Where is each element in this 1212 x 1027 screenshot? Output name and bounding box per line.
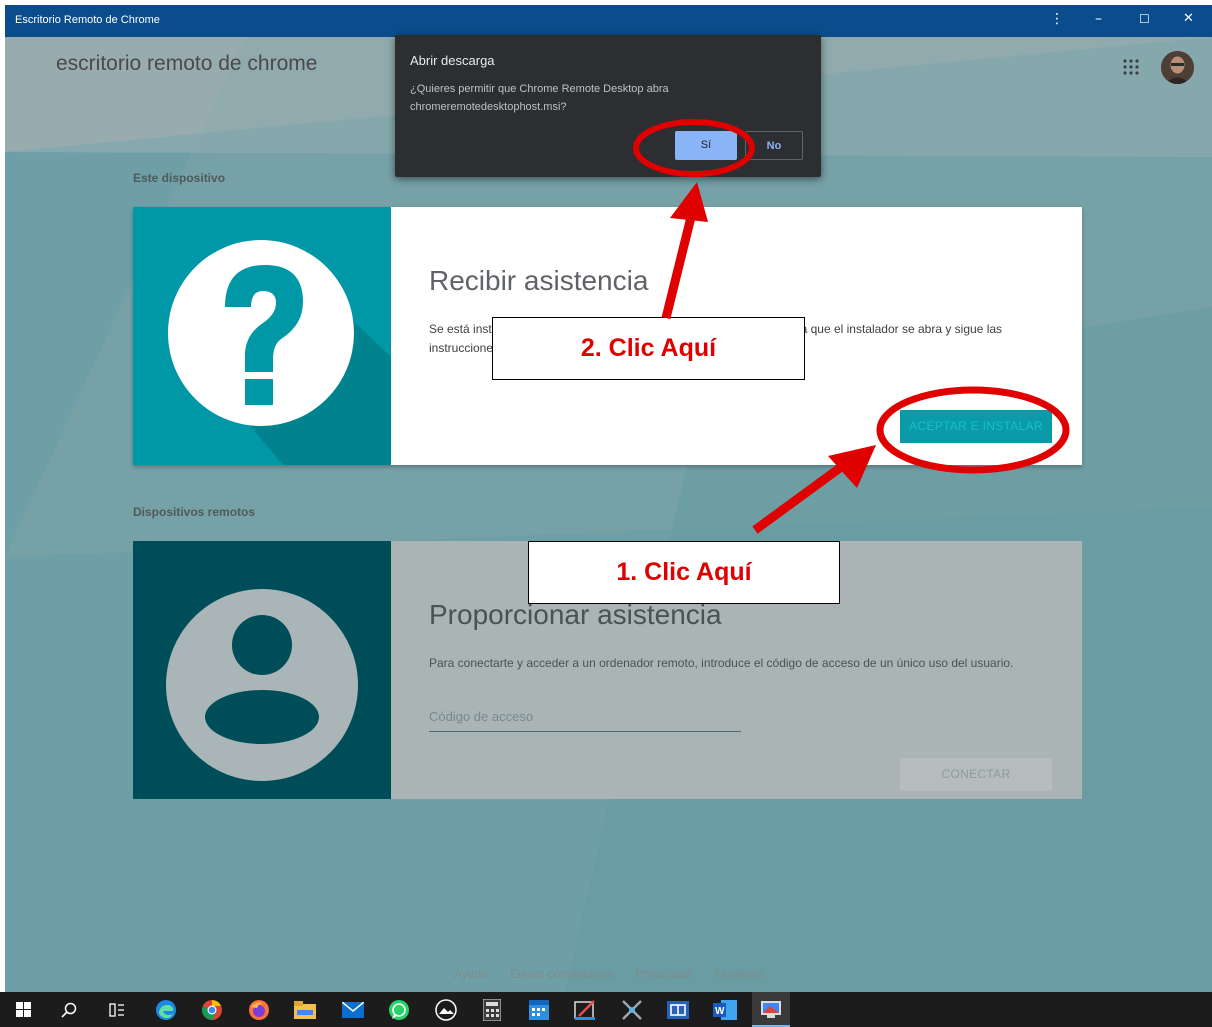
dialog-yes-button[interactable]: Sí bbox=[675, 131, 737, 160]
footer-link-help[interactable]: Ayuda bbox=[454, 967, 488, 981]
chrome-icon[interactable] bbox=[193, 992, 231, 1027]
footer-links: Ayuda Enviar comentarios Privacidad Térm… bbox=[454, 967, 782, 981]
window-menu-icon[interactable]: ⋮ bbox=[1050, 11, 1064, 27]
windows-start-icon[interactable] bbox=[4, 992, 42, 1027]
dialog-title: Abrir descarga bbox=[410, 53, 495, 68]
provide-description: Para conectarte y acceder a un ordenador… bbox=[429, 656, 1014, 670]
window-title: Escritorio Remoto de Chrome bbox=[15, 14, 160, 26]
app-logo-text: escritorio remoto de chrome bbox=[56, 52, 318, 75]
section-this-device: Este dispositivo bbox=[133, 171, 226, 185]
help-question-icon bbox=[168, 240, 391, 465]
dialog-no-button[interactable]: No bbox=[745, 131, 803, 160]
search-icon[interactable] bbox=[50, 992, 88, 1027]
callout-step-1: 1. Clic Aquí bbox=[528, 541, 840, 604]
connect-button[interactable]: CONECTAR bbox=[900, 758, 1052, 791]
open-download-dialog: Abrir descarga ¿Quieres permitir que Chr… bbox=[395, 35, 821, 177]
app-content: escritorio remoto de chrome Este disposi… bbox=[5, 37, 1212, 992]
callout-step-2: 2. Clic Aquí bbox=[492, 317, 805, 380]
close-icon[interactable]: ✕ bbox=[1183, 11, 1194, 26]
edge-icon[interactable] bbox=[147, 992, 185, 1027]
dialog-message: ¿Quieres permitir que Chrome Remote Desk… bbox=[410, 83, 669, 113]
mail-icon[interactable] bbox=[334, 992, 372, 1027]
calendar-icon[interactable] bbox=[520, 992, 558, 1027]
whatsapp-icon[interactable] bbox=[380, 992, 418, 1027]
photos-icon[interactable] bbox=[427, 992, 465, 1027]
tools-icon[interactable] bbox=[613, 992, 651, 1027]
user-avatar[interactable] bbox=[1161, 51, 1194, 84]
firefox-icon[interactable] bbox=[240, 992, 278, 1027]
person-icon bbox=[166, 589, 358, 781]
paint-icon[interactable] bbox=[566, 992, 604, 1027]
windows-taskbar: W bbox=[0, 992, 1212, 1027]
calculator-icon[interactable] bbox=[473, 992, 511, 1027]
section-remote-devices: Dispositivos remotos bbox=[133, 505, 256, 519]
word-icon[interactable]: W bbox=[706, 992, 744, 1027]
maximize-icon[interactable]: ☐ bbox=[1139, 12, 1150, 26]
file-explorer-icon[interactable] bbox=[286, 992, 324, 1027]
receive-card-illustration bbox=[133, 207, 391, 465]
footer-link-privacy[interactable]: Privacidad bbox=[635, 967, 691, 981]
window-title-bar: Escritorio Remoto de Chrome ⋮ – ☐ ✕ bbox=[5, 5, 1212, 37]
remote-desktop-icon[interactable] bbox=[752, 992, 790, 1027]
provide-card-illustration bbox=[133, 541, 391, 799]
footer-link-terms[interactable]: Términos bbox=[713, 967, 763, 981]
apps-grid-icon[interactable] bbox=[1123, 59, 1139, 80]
receive-heading: Recibir asistencia bbox=[429, 265, 649, 296]
footer-link-feedback[interactable]: Enviar comentarios bbox=[510, 967, 613, 981]
minimize-icon[interactable]: – bbox=[1095, 11, 1102, 27]
access-code-input[interactable]: Código de acceso bbox=[429, 709, 741, 732]
accept-install-button[interactable]: ACEPTAR E INSTALAR bbox=[900, 410, 1052, 443]
task-view-icon[interactable] bbox=[98, 992, 136, 1027]
svg-text:W: W bbox=[715, 1006, 725, 1017]
remote-app-icon[interactable] bbox=[659, 992, 697, 1027]
